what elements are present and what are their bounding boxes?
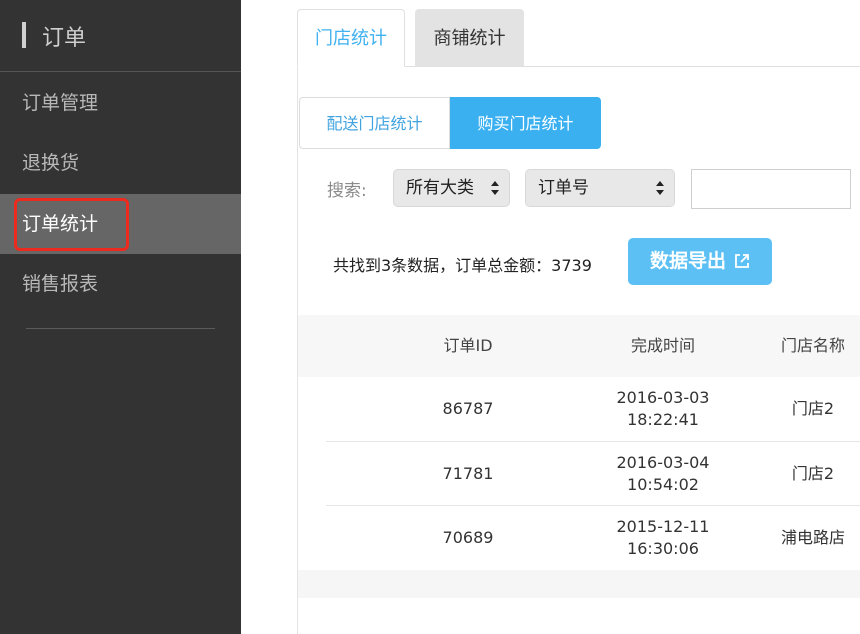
cell-date: 2016-03-03: [616, 388, 710, 407]
sidebar-item-returns[interactable]: 退换货: [0, 133, 241, 193]
category-select[interactable]: 所有大类: [393, 169, 510, 207]
segment-purchase-store-stats[interactable]: 购买门店统计: [450, 97, 601, 149]
table-row: 86787 2016-03-03 18:22:41 门店2: [298, 377, 860, 441]
sidebar-item-order-statistics[interactable]: 订单统计: [0, 194, 241, 254]
search-input[interactable]: [691, 169, 851, 209]
select-arrows-icon: [655, 170, 665, 220]
external-link-icon: [734, 240, 750, 287]
cell-store-name: 浦电路店: [780, 528, 845, 547]
cell-time: 10:54:02: [627, 475, 699, 494]
export-button-label: 数据导出: [649, 250, 726, 272]
cell-complete-time: 2016-03-03 18:22:41: [588, 377, 738, 441]
cell-time: 16:30:06: [627, 539, 699, 558]
segment-delivery-store-stats[interactable]: 配送门店统计: [299, 97, 450, 149]
column-header-store-name[interactable]: 门店名称: [758, 315, 860, 377]
column-header-complete-time[interactable]: 完成时间: [588, 315, 738, 377]
sidebar-item-order-management[interactable]: 订单管理: [0, 73, 241, 133]
cell-complete-time: 2015-12-11 16:30:06: [588, 506, 738, 570]
cell-order-id: 71781: [442, 464, 494, 483]
search-field-select-value: 订单号: [538, 178, 589, 198]
sidebar-title: 订单: [42, 26, 87, 51]
table-row: 70689 2015-12-11 16:30:06 浦电路店: [298, 506, 860, 570]
sidebar-item-sales-report[interactable]: 销售报表: [0, 254, 241, 314]
table-row: 71781 2016-03-04 10:54:02 门店2: [298, 442, 860, 506]
export-data-button[interactable]: 数据导出: [628, 238, 772, 285]
sidebar-header: 订单: [0, 0, 241, 72]
search-field-select[interactable]: 订单号: [525, 169, 675, 207]
column-header-order-id[interactable]: 订单ID: [403, 315, 533, 377]
cell-date: 2016-03-04: [616, 453, 710, 472]
cell-store-name: 门店2: [791, 399, 835, 418]
main-content: 门店统计 商铺统计 配送门店统计 购买门店统计 搜索: 所有大类 订单号 共找到…: [241, 0, 860, 634]
cell-order-id: 86787: [442, 399, 494, 418]
sidebar: 订单 订单管理 退换货 订单统计 销售报表: [0, 0, 241, 634]
table-footer: [298, 570, 860, 598]
sidebar-divider: [26, 328, 215, 329]
search-label: 搜索:: [327, 181, 367, 201]
result-summary: 共找到3条数据，订单总金额：3739: [333, 256, 592, 275]
cell-complete-time: 2016-03-04 10:54:02: [588, 442, 738, 506]
sidebar-title-accent-bar: [22, 22, 26, 48]
tab-shop-statistics[interactable]: 商铺统计: [415, 9, 524, 67]
cell-date: 2015-12-11: [616, 517, 710, 536]
tab-store-statistics[interactable]: 门店统计: [297, 9, 405, 67]
category-select-value: 所有大类: [406, 178, 474, 198]
cell-store-name: 门店2: [791, 464, 835, 483]
table-header: 订单ID 完成时间 门店名称: [298, 315, 860, 377]
cell-order-id: 70689: [442, 528, 494, 547]
cell-time: 18:22:41: [627, 410, 699, 429]
select-arrows-icon: [490, 170, 500, 220]
